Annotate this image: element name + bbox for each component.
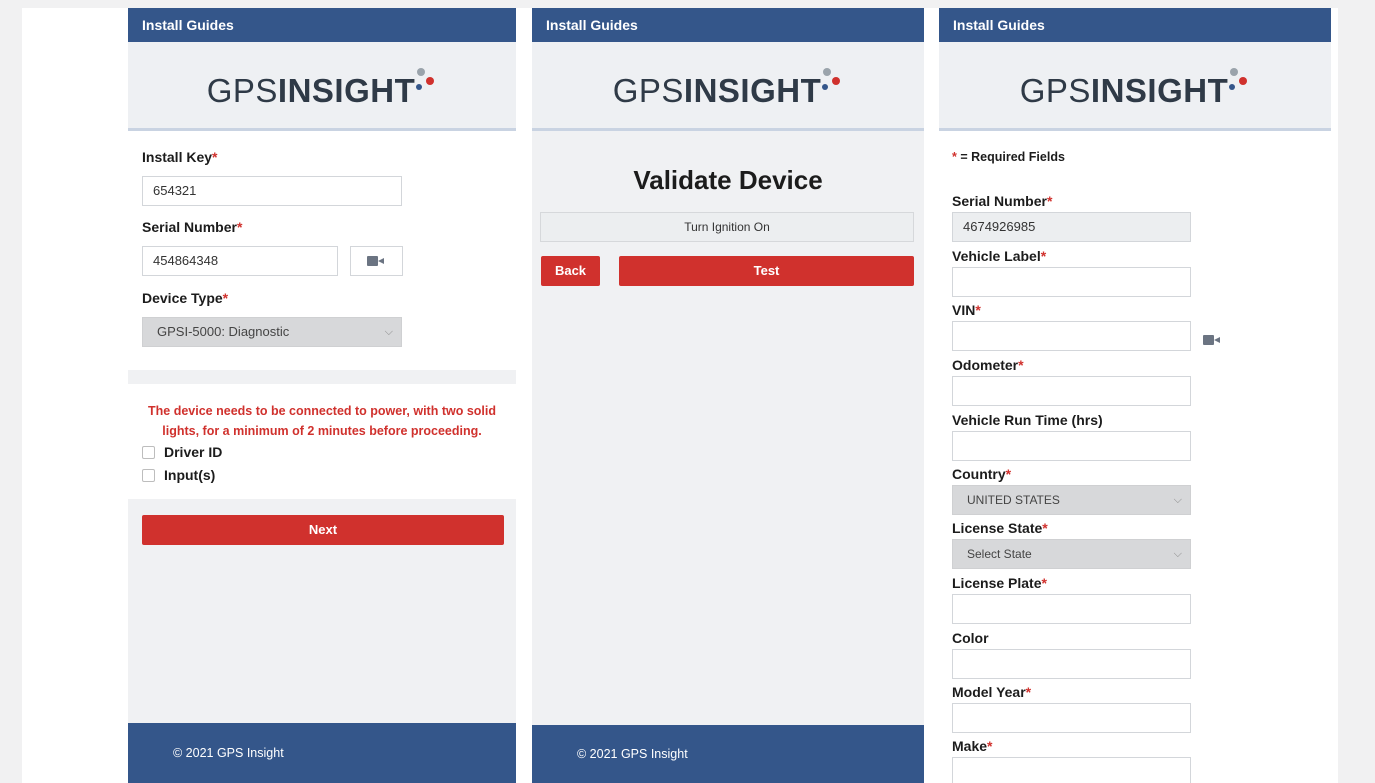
footer-copyright: © 2021 GPS Insight [128, 723, 516, 783]
odometer-label: Odometer* [952, 357, 1024, 373]
driver-id-label: Driver ID [164, 444, 223, 460]
vin-label: VIN* [952, 302, 981, 318]
serial-number-input[interactable]: 454864348 [142, 246, 338, 276]
driver-id-checkbox[interactable] [142, 446, 155, 459]
install-panel: Install Guides GPSINSIGHT Install Key* 6… [128, 8, 516, 783]
gps-insight-logo: GPSINSIGHT [939, 68, 1331, 110]
serial-number-label: Serial Number* [952, 193, 1053, 209]
page-title: Validate Device [633, 165, 823, 195]
serial-number-input[interactable]: 4674926985 [952, 212, 1191, 242]
run-time-label: Vehicle Run Time (hrs) [952, 412, 1103, 428]
logo-bar: GPSINSIGHT [939, 42, 1331, 131]
run-time-input[interactable] [952, 431, 1191, 461]
license-plate-label: License Plate* [952, 575, 1047, 591]
header-title: Install Guides [128, 8, 516, 42]
status-message: Turn Ignition On [540, 212, 914, 242]
scan-serial-button[interactable] [350, 246, 403, 276]
model-year-input[interactable] [952, 703, 1191, 733]
odometer-input[interactable] [952, 376, 1191, 406]
license-plate-input[interactable] [952, 594, 1191, 624]
make-label: Make* [952, 738, 993, 754]
camera-icon [1203, 335, 1221, 345]
inputs-checkbox[interactable] [142, 469, 155, 482]
required-fields-note: * = Required Fields [952, 150, 1065, 164]
camera-icon [366, 256, 385, 266]
header-title: Install Guides [532, 8, 924, 42]
chevron-down-icon: ⌵ [1173, 494, 1182, 506]
country-select[interactable]: UNITED STATES ⌵ [952, 485, 1191, 515]
vehicle-label-label: Vehicle Label* [952, 248, 1047, 264]
footer-copyright: © 2021 GPS Insight [532, 725, 924, 783]
gps-insight-logo: GPSINSIGHT [532, 68, 924, 110]
license-state-select[interactable]: Select State ⌵ [952, 539, 1191, 569]
device-type-label: Device Type* [142, 290, 229, 306]
scan-vin-button[interactable] [1194, 325, 1232, 355]
make-input[interactable] [952, 757, 1191, 783]
vehicle-panel: Install Guides GPSINSIGHT * = Required F… [939, 8, 1331, 783]
vin-input[interactable] [952, 321, 1191, 351]
validate-panel: Install Guides GPSINSIGHT Validate Devic… [532, 8, 924, 783]
model-year-label: Model Year* [952, 684, 1032, 700]
vehicle-label-input[interactable] [952, 267, 1191, 297]
serial-number-label: Serial Number* [142, 219, 243, 235]
back-button[interactable]: Back [541, 256, 600, 286]
header-title: Install Guides [939, 8, 1331, 42]
device-type-select[interactable]: GPSI-5000: Diagnostic ⌵ [142, 317, 402, 347]
gps-insight-logo: GPSINSIGHT [128, 68, 516, 110]
inputs-label: Input(s) [164, 467, 216, 483]
logo-bar: GPSINSIGHT [128, 42, 516, 131]
color-label: Color [952, 630, 989, 646]
license-state-label: License State* [952, 520, 1048, 536]
color-input[interactable] [952, 649, 1191, 679]
chevron-down-icon: ⌵ [1173, 548, 1182, 560]
logo-bar: GPSINSIGHT [532, 42, 924, 131]
install-key-label: Install Key* [142, 149, 218, 165]
test-button[interactable]: Test [619, 256, 914, 286]
country-label: Country* [952, 466, 1012, 482]
install-key-input[interactable]: 654321 [142, 176, 402, 206]
chevron-down-icon: ⌵ [384, 326, 393, 338]
power-warning: The device needs to be connected to powe… [148, 404, 496, 438]
next-button[interactable]: Next [142, 515, 504, 545]
